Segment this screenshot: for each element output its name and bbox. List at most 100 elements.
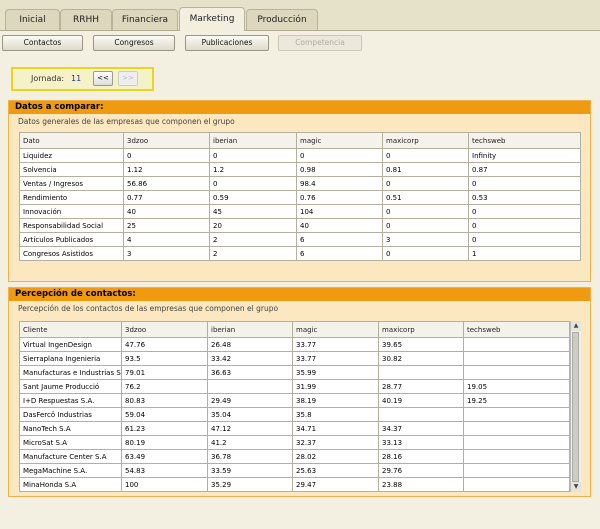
table-row[interactable]: DasFercö Industrias 59.04 35.04 35.8 — [19, 407, 570, 422]
column-header[interactable]: Cliente — [19, 321, 122, 338]
table-cell: 6 — [296, 246, 383, 261]
table-cell: 93.5 — [121, 351, 208, 366]
column-header[interactable]: iberian — [207, 321, 293, 338]
table-cell: 30.82 — [378, 351, 464, 366]
table-cell — [463, 435, 570, 450]
table-cell: 40 — [123, 204, 210, 219]
table-cell: Artículos Publicados — [19, 232, 124, 247]
table-cell: 47.76 — [121, 337, 208, 352]
percepcion-scrollbar[interactable]: ▲ ▼ — [570, 321, 581, 492]
table-cell: 0.98 — [296, 162, 383, 177]
percepcion-table: Cliente 3dzoo iberian magic maxicorp techsweb… — [19, 321, 570, 492]
table-cell — [463, 421, 570, 436]
congresos-button[interactable]: Congresos — [93, 35, 175, 51]
table-cell: 36.78 — [207, 449, 293, 464]
table-row[interactable]: Rendimiento 0.77 0.59 0.76 0.51 0.53 — [19, 190, 581, 205]
table-cell: 0 — [468, 232, 581, 247]
table-cell: Infinity — [468, 148, 581, 163]
publicaciones-button[interactable]: Publicaciones — [185, 35, 269, 51]
table-cell: Innovación — [19, 204, 124, 219]
table-cell: 19.25 — [463, 393, 570, 408]
table-row[interactable]: Sant Jaume Producció 76.2 31.99 28.77 19.05 — [19, 379, 570, 394]
prev-jornada-button[interactable]: << — [93, 71, 113, 86]
table-row[interactable]: Congresos Asistidos 3 2 6 0 1 — [19, 246, 581, 261]
table-row[interactable]: Innovación 40 45 104 0 0 — [19, 204, 581, 219]
column-header[interactable]: maxicorp — [382, 132, 469, 149]
column-header[interactable]: maxicorp — [378, 321, 464, 338]
tab-marketing[interactable]: Marketing — [179, 7, 245, 31]
table-cell: NanoTech S.A — [19, 421, 122, 436]
table-cell: 0 — [382, 176, 469, 191]
column-header[interactable]: magic — [296, 132, 383, 149]
table-cell — [378, 365, 464, 380]
table-cell — [463, 477, 570, 492]
next-jornada-button[interactable]: >> — [118, 71, 138, 86]
table-row[interactable]: Responsabilidad Social 25 20 40 0 0 — [19, 218, 581, 233]
table-cell: 33.42 — [207, 351, 293, 366]
competencia-button[interactable]: Competencia — [278, 35, 362, 51]
table-cell: 61.23 — [121, 421, 208, 436]
tab-financiera[interactable]: Financiera — [112, 9, 178, 30]
table-cell: 104 — [296, 204, 383, 219]
table-row[interactable]: MicroSat S.A 80.19 41.2 32.37 33.13 — [19, 435, 570, 450]
contactos-button[interactable]: Contactos — [2, 35, 83, 51]
table-row[interactable]: Sierraplana Ingenieria 93.5 33.42 33.77 30.8… — [19, 351, 570, 366]
table-row[interactable]: Liquidez 0 0 0 0 Infinity — [19, 148, 581, 163]
column-header[interactable]: techsweb — [468, 132, 581, 149]
table-cell: 0 — [296, 148, 383, 163]
column-header[interactable]: 3dzoo — [123, 132, 210, 149]
table-cell: 3 — [123, 246, 210, 261]
table-cell: 32.37 — [292, 435, 379, 450]
table-cell: 31.99 — [292, 379, 379, 394]
table-cell: 0 — [209, 148, 297, 163]
table-cell: MinaHonda S.A — [19, 477, 122, 492]
table-cell — [378, 407, 464, 422]
table-cell: 6 — [296, 232, 383, 247]
table-cell: Ventas / Ingresos — [19, 176, 124, 191]
table-cell: 98.4 — [296, 176, 383, 191]
tab-rrhh[interactable]: RRHH — [60, 9, 112, 30]
table-row[interactable]: NanoTech S.A 61.23 47.12 34.71 34.37 — [19, 421, 570, 436]
table-cell: DasFercö Industrias — [19, 407, 122, 422]
table-cell: 33.59 — [207, 463, 293, 478]
table-cell: 0 — [468, 176, 581, 191]
table-row[interactable]: Solvencia 1.12 1.2 0.98 0.81 0.87 — [19, 162, 581, 177]
table-cell: 56.86 — [123, 176, 210, 191]
table-row[interactable]: Manufacturas e Industrias S 79.01 36.63 35.… — [19, 365, 570, 380]
table-row[interactable]: Virtual IngenDesign 47.76 26.48 33.77 39.65 — [19, 337, 570, 352]
table-cell: 1 — [468, 246, 581, 261]
table-cell: 100 — [121, 477, 208, 492]
table-cell — [463, 449, 570, 464]
table-cell: 80.83 — [121, 393, 208, 408]
table-row[interactable]: MinaHonda S.A 100 35.29 29.47 23.88 — [19, 477, 570, 492]
column-header[interactable]: iberian — [209, 132, 297, 149]
table-row[interactable]: Ventas / Ingresos 56.86 0 98.4 0 0 — [19, 176, 581, 191]
table-row[interactable]: I+D Respuestas S.A. 80.83 29.49 38.19 40.19 1… — [19, 393, 570, 408]
column-header[interactable]: Dato — [19, 132, 124, 149]
column-header[interactable]: 3dzoo — [121, 321, 208, 338]
table-cell: Sierraplana Ingenieria — [19, 351, 122, 366]
table-cell: 0.77 — [123, 190, 210, 205]
table-cell: 0 — [382, 204, 469, 219]
scroll-down-icon[interactable]: ▼ — [571, 482, 581, 492]
table-row[interactable]: MegaMachine S.A. 54.83 33.59 25.63 29.76 — [19, 463, 570, 478]
column-header[interactable]: techsweb — [463, 321, 570, 338]
table-cell: 28.02 — [292, 449, 379, 464]
top-tab-bar: Inicial RRHH Financiera Marketing Produc… — [0, 0, 600, 31]
table-row[interactable]: Manufacture Center S.A 63.49 36.78 28.02 28.… — [19, 449, 570, 464]
column-header[interactable]: magic — [292, 321, 379, 338]
table-cell: 38.19 — [292, 393, 379, 408]
table-cell: 29.47 — [292, 477, 379, 492]
scroll-up-icon[interactable]: ▲ — [571, 321, 581, 331]
table-cell: 2 — [209, 246, 297, 261]
table-row[interactable]: Artículos Publicados 4 2 6 3 0 — [19, 232, 581, 247]
tab-produccion[interactable]: Producción — [246, 9, 318, 30]
datos-title: Datos a comparar: — [9, 101, 590, 114]
table-cell: MegaMachine S.A. — [19, 463, 122, 478]
table-cell: Congresos Asistidos — [19, 246, 124, 261]
table-cell: 40.19 — [378, 393, 464, 408]
table-cell: 1.12 — [123, 162, 210, 177]
scroll-thumb[interactable] — [572, 332, 579, 482]
tab-inicial[interactable]: Inicial — [5, 9, 60, 30]
table-cell — [463, 365, 570, 380]
